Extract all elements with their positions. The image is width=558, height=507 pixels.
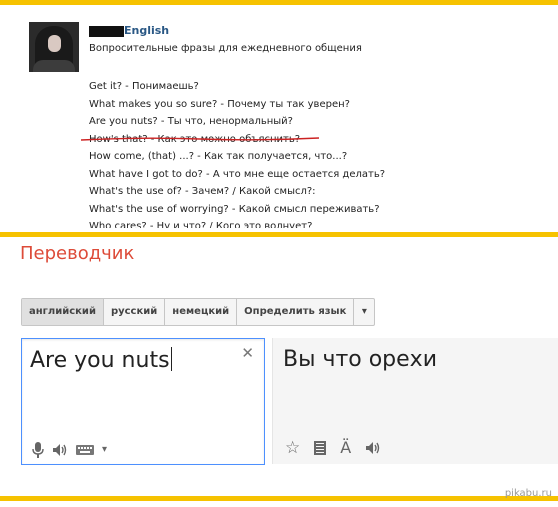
watermark: pikabu.ru: [504, 488, 552, 499]
phrase-item: What makes you so sure? - Почему ты так …: [89, 98, 350, 110]
top-accent-bar: [0, 0, 558, 5]
phrase-item: What's the use of worrying? - Какой смыс…: [89, 203, 380, 215]
post-author[interactable]: English: [124, 24, 169, 37]
phrase-item: What have I got to do? - А что мне еще о…: [89, 168, 386, 180]
speaker-icon[interactable]: [52, 443, 68, 457]
output-toolbar: ☆ Ä: [285, 440, 381, 457]
phrase-item: Who cares? - Ну и что? / Кого это волнуе…: [89, 221, 313, 228]
tab-detect-language[interactable]: Определить язык: [237, 299, 355, 325]
tab-english[interactable]: английский: [22, 299, 104, 325]
text-cursor: [170, 347, 172, 371]
translation-text: Вы что орехи: [283, 347, 437, 372]
phrase-item: How come, (that) ...? - Как так получает…: [89, 151, 348, 162]
chevron-down-icon[interactable]: ▾: [102, 442, 107, 458]
redacted-name-block: [89, 26, 124, 37]
tab-german[interactable]: немецкий: [165, 299, 238, 325]
document-icon[interactable]: [314, 441, 327, 455]
social-post: English Вопросительные фразы для ежеднев…: [29, 20, 549, 228]
source-toolbar: ▾: [32, 442, 107, 458]
text-size-icon[interactable]: Ä: [340, 440, 351, 456]
close-icon[interactable]: ✕: [241, 344, 254, 362]
source-text-box[interactable]: Are you nuts ✕ ▾: [21, 338, 265, 465]
tab-russian[interactable]: русский: [104, 299, 166, 325]
phrase-item: Get it? - Понимаешь?: [89, 81, 199, 92]
post-subtitle: Вопросительные фразы для ежедневного общ…: [89, 43, 362, 54]
microphone-icon[interactable]: [32, 442, 44, 458]
translation-output-box: Вы что орехи ☆ Ä: [272, 338, 558, 464]
avatar[interactable]: [29, 22, 79, 72]
translator-title: Переводчик: [20, 243, 135, 264]
language-tabs: английский русский немецкий Определить я…: [21, 298, 376, 326]
source-input-text: Are you nuts: [30, 348, 170, 373]
keyboard-icon[interactable]: [76, 444, 94, 456]
phrase-item-highlighted: Are you nuts? - Ты что, ненормальный?: [89, 116, 293, 127]
phrase-item: What's the use of? - Зачем? / Какой смыс…: [89, 186, 316, 197]
star-icon[interactable]: ☆: [285, 440, 300, 457]
source-input[interactable]: Are you nuts: [30, 347, 172, 373]
speaker-icon[interactable]: [365, 441, 381, 455]
bottom-accent-bar: [0, 496, 558, 501]
red-underline: [80, 137, 320, 141]
chevron-down-icon: ▾: [361, 306, 367, 317]
language-dropdown-button[interactable]: ▾: [354, 299, 374, 325]
middle-accent-bar: [0, 232, 558, 237]
phrase-list: Get it? - Понимаешь? What makes you so s…: [89, 78, 385, 228]
